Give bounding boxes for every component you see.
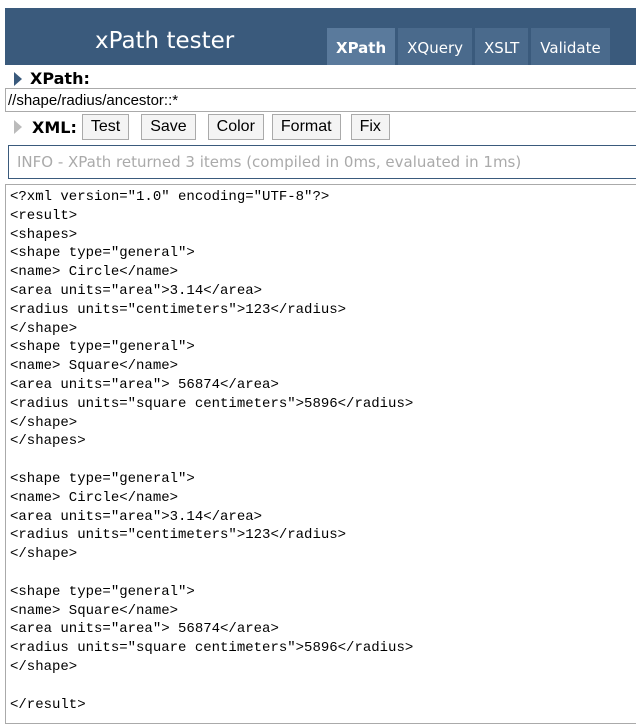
tab-xslt[interactable]: XSLT <box>475 28 529 65</box>
xml-section-header: XML: Test Save Color Format Fix <box>14 114 390 140</box>
app-header: xPath tester XPath XQuery XSLT Validate <box>5 8 636 65</box>
xml-label: XML: <box>32 117 77 137</box>
xpath-section-header[interactable]: XPath: <box>14 69 90 88</box>
xml-result-editor[interactable]: <?xml version="1.0" encoding="UTF-8"?> <… <box>5 184 636 724</box>
color-button[interactable]: Color <box>207 114 264 140</box>
test-button[interactable]: Test <box>81 114 130 140</box>
fix-button[interactable]: Fix <box>350 114 390 140</box>
save-button[interactable]: Save <box>141 114 196 140</box>
app-title: xPath tester <box>95 28 235 54</box>
xpath-input[interactable] <box>5 88 636 112</box>
tab-xpath[interactable]: XPath <box>327 28 396 65</box>
tab-validate[interactable]: Validate <box>531 28 610 65</box>
tab-xquery[interactable]: XQuery <box>398 28 473 65</box>
info-message: INFO - XPath returned 3 items (compiled … <box>8 145 636 179</box>
xpath-label: XPath: <box>30 69 90 88</box>
format-button[interactable]: Format <box>271 114 341 140</box>
expand-triangle-icon[interactable] <box>14 71 22 86</box>
expand-triangle-icon[interactable] <box>14 120 22 134</box>
tab-bar: XPath XQuery XSLT Validate <box>327 28 610 65</box>
